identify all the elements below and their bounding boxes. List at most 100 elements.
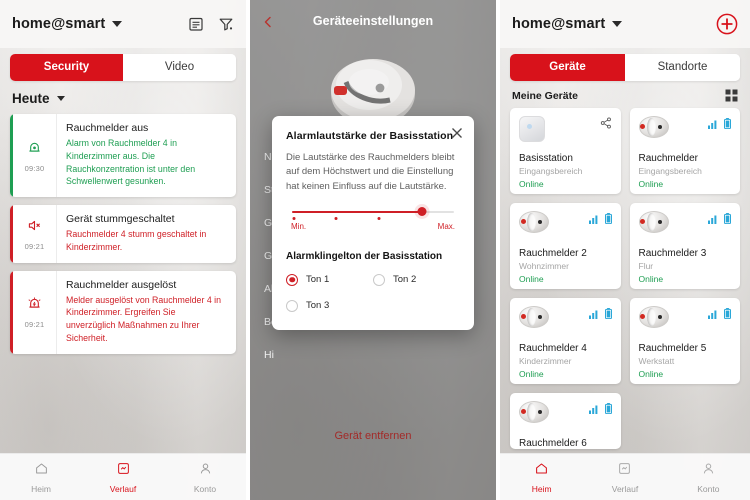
device-name: Rauchmelder 5 bbox=[638, 343, 707, 354]
event-meta: 09:21 bbox=[13, 205, 57, 263]
section-title: Meine Geräte bbox=[512, 89, 578, 102]
device-name: Rauchmelder 4 bbox=[519, 343, 587, 354]
tab-security[interactable]: Security bbox=[10, 54, 123, 81]
status-badge: Online bbox=[519, 179, 544, 189]
device-card-rauchmelder-4[interactable]: Rauchmelder 4 Kinderzimmer Online bbox=[510, 298, 621, 384]
three-panel-screenshot: home@smart Security Video Heute 09:30 Ra… bbox=[0, 0, 750, 500]
device-name: Basisstation bbox=[519, 153, 573, 164]
event-title: Gerät stummgeschaltet bbox=[66, 213, 175, 225]
card-top bbox=[638, 116, 731, 152]
device-name: Rauchmelder 6 bbox=[519, 438, 587, 449]
nav-label: Verlauf bbox=[611, 483, 639, 494]
remove-device-button[interactable]: Gerät entfernen bbox=[250, 430, 496, 442]
status-badge: Online bbox=[519, 274, 544, 284]
home-selector[interactable]: home@smart bbox=[512, 16, 623, 32]
device-room: Werkstatt bbox=[638, 356, 675, 366]
close-icon[interactable] bbox=[451, 126, 463, 138]
home-icon bbox=[534, 461, 549, 481]
device-name: Rauchmelder bbox=[638, 153, 698, 164]
signal-icon bbox=[708, 211, 719, 229]
signal-icon bbox=[588, 211, 600, 229]
device-room: Wohnzimmer bbox=[519, 261, 569, 271]
app-header-panel3: home@smart bbox=[500, 0, 750, 48]
base-station-icon bbox=[519, 116, 545, 142]
radio-ton-1[interactable]: Ton 1 bbox=[286, 273, 373, 286]
list-item[interactable]: 09:30 Rauchmelder aus Alarm von Rauchmel… bbox=[10, 114, 236, 197]
card-badges bbox=[600, 116, 612, 134]
nav-item-verlauf[interactable]: Verlauf bbox=[590, 461, 660, 494]
nav-label: Verlauf bbox=[109, 483, 137, 494]
nav-label: Konto bbox=[193, 483, 217, 494]
device-card-basisstation[interactable]: Basisstation Eingangsbereich Online bbox=[510, 108, 621, 194]
nav-item-heim[interactable]: Heim bbox=[507, 461, 577, 494]
nav-item-verlauf[interactable]: Verlauf bbox=[88, 461, 158, 494]
segmented-control: Security Video bbox=[10, 54, 236, 81]
smoke-detector-icon bbox=[638, 211, 669, 233]
event-content: Rauchmelder ausgelöst Melder ausgelöst v… bbox=[57, 271, 236, 354]
settings-row[interactable]: Hi bbox=[264, 338, 482, 371]
speaker-mute-icon bbox=[26, 217, 43, 239]
list-item[interactable]: 09:21 Rauchmelder ausgelöst Melder ausge… bbox=[10, 270, 236, 354]
header-actions bbox=[188, 16, 234, 32]
device-card-rauchmelder-3[interactable]: Rauchmelder 3 Flur Online bbox=[629, 203, 740, 289]
nav-label: Konto bbox=[697, 483, 720, 494]
smoke-detector-icon bbox=[519, 401, 549, 423]
device-grid: Basisstation Eingangsbereich Online Rauc… bbox=[500, 108, 750, 449]
tab-geraete[interactable]: Geräte bbox=[510, 54, 625, 81]
radio-label: Ton 3 bbox=[306, 300, 330, 312]
radio-dot-icon bbox=[286, 273, 298, 286]
home-label: home@smart bbox=[512, 16, 606, 32]
signal-icon bbox=[588, 306, 600, 324]
event-content: Rauchmelder aus Alarm von Rauchmelder 4 … bbox=[57, 114, 236, 197]
calendar-list-icon[interactable] bbox=[188, 16, 204, 32]
nav-item-heim[interactable]: Heim bbox=[6, 461, 76, 494]
device-name: Rauchmelder 2 bbox=[519, 248, 587, 259]
grid-view-icon[interactable] bbox=[725, 89, 738, 102]
signal-icon bbox=[708, 116, 719, 134]
event-time: 09:21 bbox=[24, 320, 45, 329]
tab-standorte[interactable]: Standorte bbox=[625, 54, 740, 81]
device-card-rauchmelder-6[interactable]: Rauchmelder 6 bbox=[510, 393, 621, 449]
ringtone-options: Ton 1 Ton 2 Ton 3 bbox=[286, 273, 460, 312]
smoke-detector-icon bbox=[519, 306, 549, 328]
segment-tabs-panel3: Geräte Standorte bbox=[500, 48, 750, 89]
panel-device-settings: Geräteeinstellungen N St Ge Ge Al Be Hi … bbox=[250, 0, 496, 500]
card-badges bbox=[588, 211, 612, 229]
event-content: Gerät stummgeschaltet Rauchmelder 4 stum… bbox=[57, 205, 236, 263]
radio-ton-3[interactable]: Ton 3 bbox=[286, 299, 373, 312]
back-chevron-icon[interactable] bbox=[262, 15, 274, 28]
device-card-rauchmelder[interactable]: Rauchmelder Eingangsbereich Online bbox=[629, 108, 740, 194]
smoke-detector-icon bbox=[638, 116, 669, 138]
volume-slider[interactable] bbox=[292, 207, 454, 220]
tab-video[interactable]: Video bbox=[123, 54, 236, 81]
chevron-down-icon bbox=[56, 96, 65, 101]
alarm-volume-dialog: Alarmlautstärke der Basisstation Die Lau… bbox=[272, 116, 474, 330]
nav-item-konto[interactable]: Konto bbox=[673, 461, 743, 494]
battery-icon bbox=[724, 116, 731, 134]
event-list: 09:30 Rauchmelder aus Alarm von Rauchmel… bbox=[0, 114, 246, 354]
date-filter[interactable]: Heute bbox=[0, 89, 246, 114]
list-item[interactable]: 09:21 Gerät stummgeschaltet Rauchmelder … bbox=[10, 205, 236, 263]
filter-icon[interactable] bbox=[218, 16, 234, 32]
event-title: Rauchmelder ausgelöst bbox=[66, 278, 177, 291]
share-icon bbox=[600, 116, 612, 134]
panel-device-list: home@smart Geräte Standorte Meine Geräte bbox=[500, 0, 750, 500]
status-badge: Online bbox=[638, 274, 664, 284]
bottom-navigation-panel1: Heim Verlauf Konto bbox=[0, 453, 246, 500]
radio-dot-icon bbox=[373, 273, 385, 286]
event-time: 09:21 bbox=[24, 241, 45, 251]
bottom-navigation-panel3: Heim Verlauf Konto bbox=[500, 453, 750, 500]
device-card-rauchmelder-2[interactable]: Rauchmelder 2 Wohnzimmer Online bbox=[510, 203, 621, 289]
plus-circle-icon[interactable] bbox=[716, 13, 738, 35]
radio-ton-2[interactable]: Ton 2 bbox=[373, 273, 460, 286]
nav-item-konto[interactable]: Konto bbox=[170, 461, 240, 494]
device-card-rauchmelder-5[interactable]: Rauchmelder 5 Werkstatt Online bbox=[629, 298, 740, 384]
home-selector[interactable]: home@smart bbox=[12, 16, 123, 32]
status-badge: Online bbox=[638, 369, 664, 379]
battery-icon bbox=[724, 306, 731, 324]
card-top bbox=[519, 401, 612, 437]
account-icon bbox=[701, 461, 716, 481]
slider-thumb[interactable] bbox=[417, 207, 427, 217]
radio-label: Ton 1 bbox=[306, 274, 330, 286]
card-top bbox=[519, 116, 612, 152]
